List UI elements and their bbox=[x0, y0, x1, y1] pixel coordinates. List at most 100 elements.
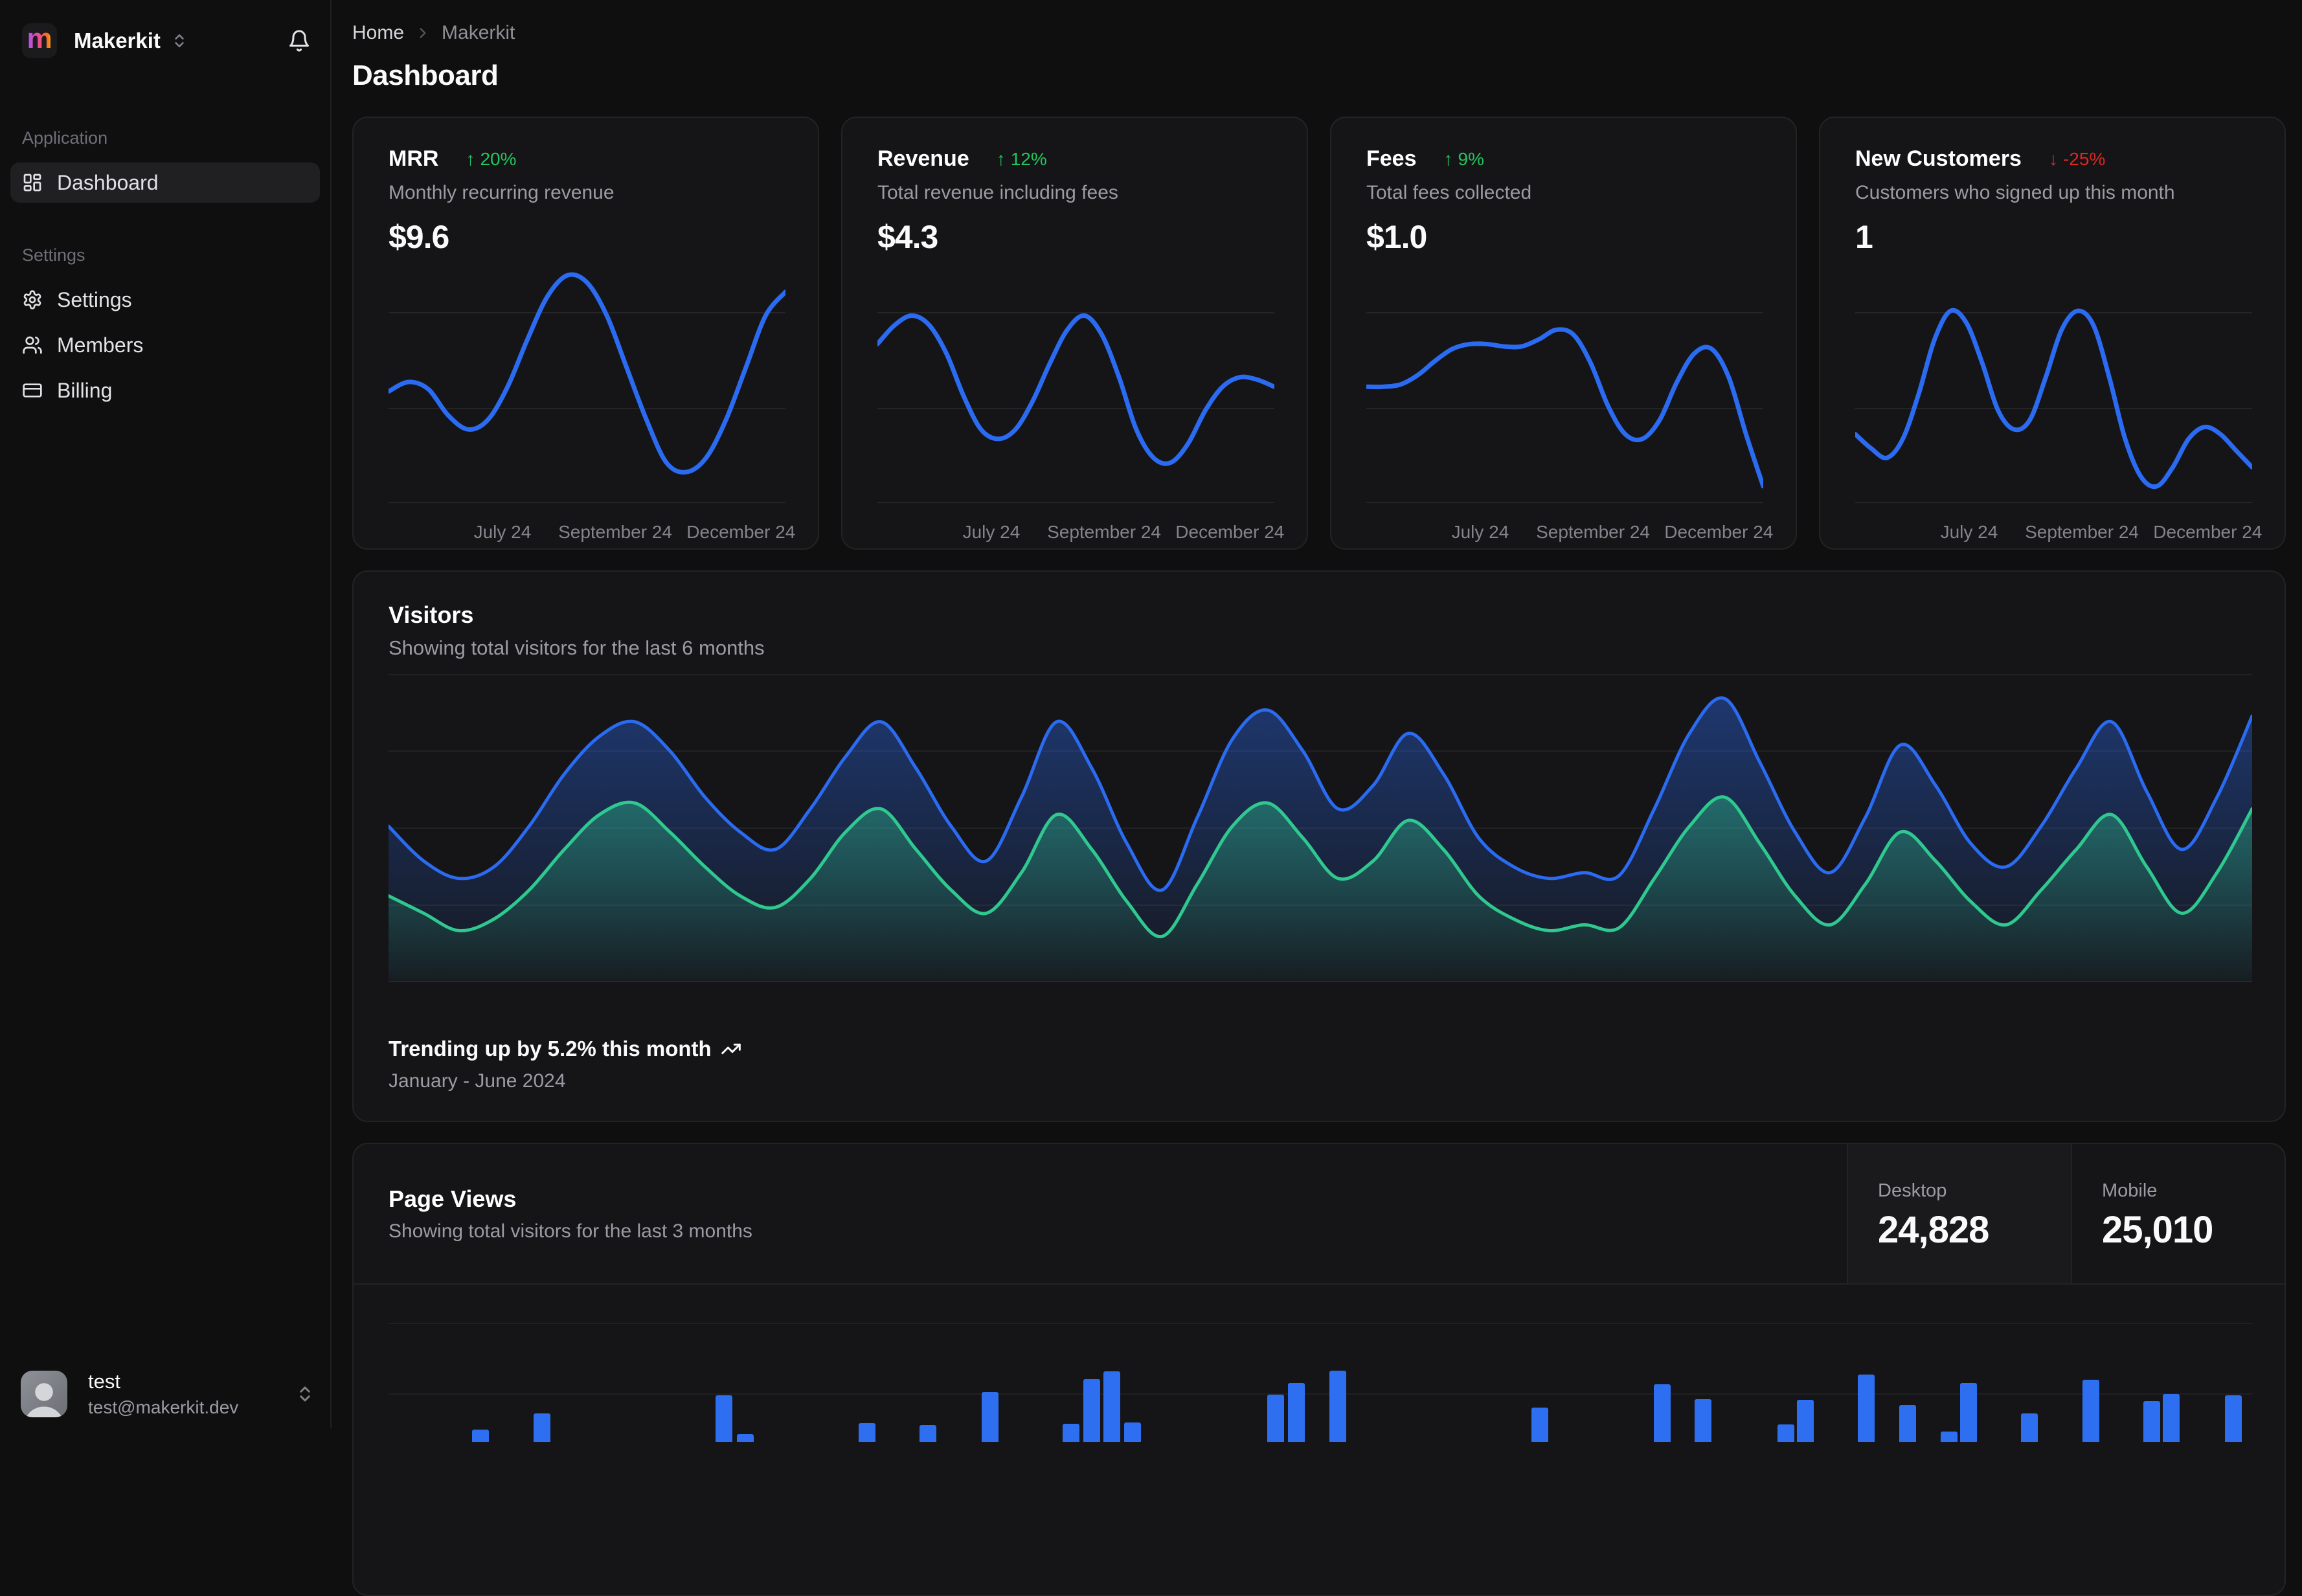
stat-title: New Customers bbox=[1855, 146, 2022, 171]
user-meta: test test@makerkit.dev bbox=[88, 1370, 238, 1418]
chevrons-up-down-icon[interactable] bbox=[171, 32, 188, 49]
sparkline-chart bbox=[1366, 256, 1763, 511]
stat-card-fees: Fees ↑ 9% Total fees collected $1.0 July… bbox=[1330, 117, 1797, 550]
stat-value: $9.6 bbox=[389, 219, 449, 255]
toggle-label: Desktop bbox=[1878, 1180, 1947, 1201]
arrow-up-icon: ↑ bbox=[466, 148, 475, 169]
stat-value: $1.0 bbox=[1366, 219, 1427, 255]
breadcrumb: Home Makerkit bbox=[352, 22, 2286, 44]
x-tick: July 24 bbox=[1451, 522, 1509, 542]
x-axis-labels: July 24 September 24 December 24 bbox=[1855, 522, 2263, 542]
arrow-up-icon: ↑ bbox=[1443, 148, 1453, 169]
breadcrumb-current: Makerkit bbox=[442, 22, 515, 43]
trending-up-icon bbox=[721, 1039, 741, 1059]
visitors-trend: Trending up by 5.2% this month bbox=[389, 1037, 2252, 1061]
x-tick: December 24 bbox=[1175, 522, 1285, 542]
user-name: test bbox=[88, 1370, 120, 1393]
main-content: Home Makerkit Dashboard MRR ↑ 20% Monthl… bbox=[333, 0, 2302, 1596]
makerkit-logo: m bbox=[22, 23, 57, 58]
stat-delta-value: -25% bbox=[2062, 148, 2106, 169]
page-title: Dashboard bbox=[352, 60, 499, 91]
stat-value: $4.3 bbox=[877, 219, 938, 255]
stat-delta-value: 20% bbox=[480, 148, 517, 169]
user-menu[interactable]: test test@makerkit.dev bbox=[0, 1370, 332, 1418]
sidebar-item-billing[interactable]: Billing bbox=[10, 370, 320, 410]
users-icon bbox=[22, 335, 43, 355]
breadcrumb-home-link[interactable]: Home bbox=[352, 22, 404, 44]
stat-card-new-customers: New Customers ↓ -25% Customers who signe… bbox=[1819, 117, 2286, 550]
arrow-down-icon: ↓ bbox=[2048, 148, 2058, 169]
toggle-mobile[interactable]: Mobile 25,010 bbox=[2071, 1144, 2285, 1283]
x-tick: July 24 bbox=[473, 522, 532, 542]
stat-title: MRR bbox=[389, 146, 439, 171]
x-tick: December 24 bbox=[1664, 522, 1774, 542]
sidebar-item-members[interactable]: Members bbox=[10, 325, 320, 365]
x-tick: December 24 bbox=[2153, 522, 2263, 542]
workspace-name: Makerkit bbox=[74, 28, 161, 52]
toggle-label: Mobile bbox=[2102, 1180, 2158, 1201]
stat-subtitle: Total revenue including fees bbox=[877, 182, 1118, 203]
gear-icon bbox=[22, 289, 43, 310]
stat-value: 1 bbox=[1855, 219, 1873, 255]
stat-delta-value: 9% bbox=[1458, 148, 1484, 169]
sidebar-item-dashboard[interactable]: Dashboard bbox=[10, 163, 320, 203]
toggle-value: 24,828 bbox=[1878, 1209, 1989, 1251]
stat-delta: ↓ -25% bbox=[2049, 149, 2105, 170]
page-views-bar-chart bbox=[389, 1285, 2252, 1442]
visitors-range: January - June 2024 bbox=[389, 1070, 566, 1092]
visitors-subtitle: Showing total visitors for the last 6 mo… bbox=[389, 636, 765, 659]
stat-delta: ↑ 20% bbox=[466, 149, 516, 170]
x-axis-labels: July 24 September 24 December 24 bbox=[389, 522, 796, 542]
arrow-up-icon: ↑ bbox=[996, 148, 1006, 169]
dashboard-icon bbox=[22, 172, 43, 193]
x-tick: September 24 bbox=[1047, 522, 1161, 542]
x-tick: September 24 bbox=[558, 522, 672, 542]
sparkline-chart bbox=[877, 256, 1274, 511]
stat-delta-value: 12% bbox=[1010, 148, 1047, 169]
bell-icon[interactable] bbox=[288, 29, 311, 52]
visitors-trend-text: Trending up by 5.2% this month bbox=[389, 1037, 712, 1061]
sidebar-item-label: Settings bbox=[57, 287, 132, 311]
stat-subtitle: Monthly recurring revenue bbox=[389, 182, 615, 203]
sidebar-item-label: Members bbox=[57, 333, 144, 357]
x-axis-labels: July 24 September 24 December 24 bbox=[1366, 522, 1774, 542]
section-label-application: Application bbox=[22, 128, 108, 148]
stat-card-mrr: MRR ↑ 20% Monthly recurring revenue $9.6… bbox=[352, 117, 819, 550]
x-tick: September 24 bbox=[1536, 522, 1650, 542]
x-axis-labels: July 24 September 24 December 24 bbox=[877, 522, 1285, 542]
page-views-subtitle: Showing total visitors for the last 3 mo… bbox=[389, 1220, 752, 1242]
x-tick: December 24 bbox=[686, 522, 796, 542]
chevrons-up-down-icon bbox=[295, 1384, 315, 1404]
sidebar-item-settings[interactable]: Settings bbox=[10, 280, 320, 320]
sidebar: m Makerkit Application Dashboard Setting… bbox=[0, 0, 332, 1428]
workspace-selector-row: m Makerkit bbox=[0, 0, 330, 58]
avatar bbox=[21, 1371, 67, 1417]
app-root: { "sidebar": { "logo_letter": "m", "bran… bbox=[0, 0, 2302, 1596]
x-tick: July 24 bbox=[1940, 522, 1998, 542]
stat-subtitle: Total fees collected bbox=[1366, 182, 1532, 203]
sidebar-item-label: Billing bbox=[57, 378, 113, 402]
stat-card-revenue: Revenue ↑ 12% Total revenue including fe… bbox=[841, 117, 1308, 550]
section-label-settings: Settings bbox=[22, 245, 85, 265]
toggle-value: 25,010 bbox=[2102, 1209, 2213, 1251]
sidebar-nav: Application Dashboard Settings Settings … bbox=[0, 128, 330, 410]
logo-letter: m bbox=[27, 23, 52, 54]
credit-card-icon bbox=[22, 380, 43, 401]
stat-delta: ↑ 9% bbox=[1444, 149, 1484, 170]
stat-subtitle: Customers who signed up this month bbox=[1855, 182, 2175, 203]
stat-delta: ↑ 12% bbox=[997, 149, 1047, 170]
page-views-header: Page Views Showing total visitors for th… bbox=[354, 1144, 2285, 1285]
sparkline-chart bbox=[389, 256, 785, 511]
visitors-area-chart bbox=[389, 674, 2252, 982]
page-views-header-text: Page Views Showing total visitors for th… bbox=[354, 1144, 1847, 1283]
stat-cards-row: MRR ↑ 20% Monthly recurring revenue $9.6… bbox=[352, 117, 2286, 550]
page-views-title: Page Views bbox=[389, 1186, 517, 1212]
sidebar-item-label: Dashboard bbox=[57, 170, 159, 194]
chevron-right-icon bbox=[414, 25, 431, 41]
x-tick: July 24 bbox=[962, 522, 1021, 542]
page-views-card: Page Views Showing total visitors for th… bbox=[352, 1143, 2286, 1596]
x-tick: September 24 bbox=[2025, 522, 2139, 542]
stat-title: Fees bbox=[1366, 146, 1417, 171]
toggle-desktop[interactable]: Desktop 24,828 bbox=[1847, 1144, 2071, 1283]
user-email: test@makerkit.dev bbox=[88, 1397, 239, 1417]
